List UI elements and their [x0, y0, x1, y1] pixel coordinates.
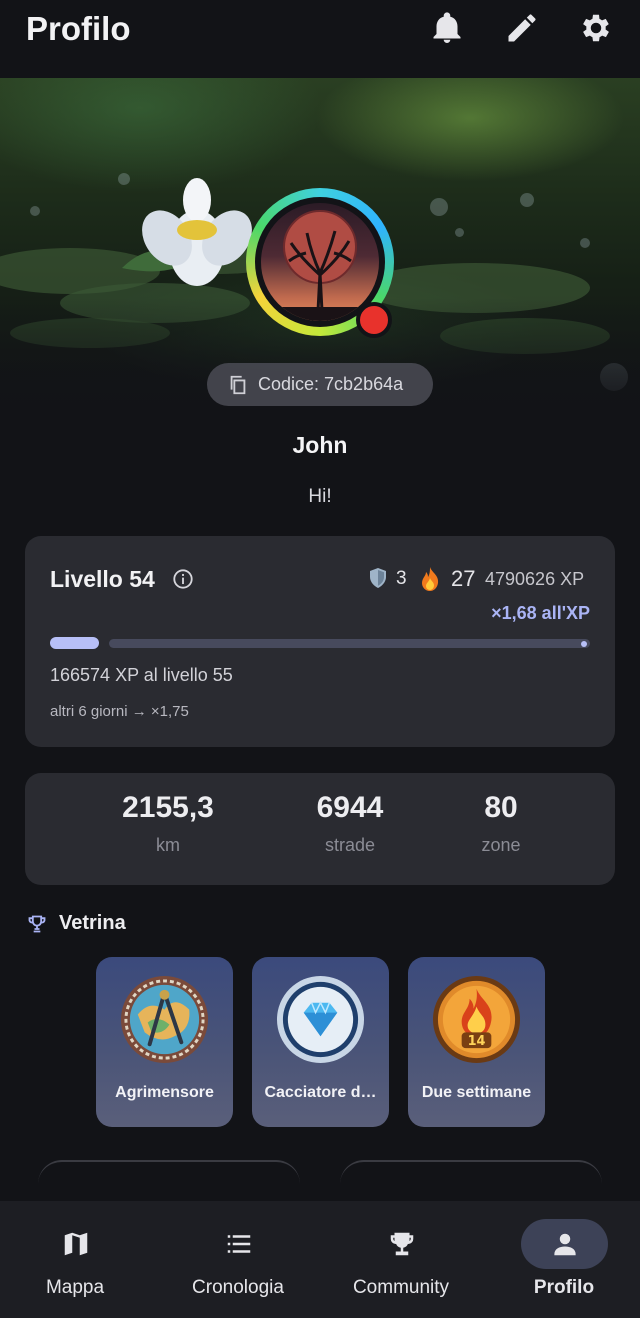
user-code-label: Codice: 7cb2b64a: [258, 374, 404, 394]
stat-label: strade: [324, 835, 376, 855]
notifications-bell-icon[interactable]: [429, 10, 465, 46]
compass-map-medal-icon: [120, 975, 209, 1064]
level-card: Livello 54 3 27 4790626 XP ×1,68 all'XP …: [25, 536, 615, 747]
level-progress-track: [109, 639, 590, 648]
fire-streak-icon: [422, 567, 439, 591]
list-icon: [227, 1235, 251, 1253]
badge-label: Due settimane: [421, 1084, 532, 1101]
info-icon[interactable]: [172, 568, 194, 590]
stat-value: 2155,3: [122, 791, 214, 824]
streak-count: 27: [451, 566, 476, 591]
bottom-navigation: Mappa Cronologia Community Profilo: [0, 1201, 640, 1318]
nav-item-cronologia[interactable]: Cronologia: [163, 1201, 323, 1318]
xp-multiplier: ×1,68 all'XP: [491, 603, 590, 623]
shield-icon: [370, 568, 386, 588]
flame-14-medal-icon: 14: [432, 975, 521, 1064]
top-app-bar: Profilo: [0, 0, 640, 78]
next-card-edge: [340, 1160, 602, 1190]
stat-zones: 80 zone: [451, 791, 551, 856]
nav-label: Cronologia: [192, 1277, 284, 1298]
stat-value: 80: [484, 791, 518, 824]
badge-label: Agrimensore: [115, 1084, 214, 1101]
stats-card: 2155,3 km 6944 strade 80 zone: [25, 773, 615, 885]
total-xp: 4790626 XP: [485, 569, 585, 589]
nav-item-mappa[interactable]: Mappa: [0, 1201, 160, 1318]
settings-gear-icon[interactable]: [578, 10, 614, 46]
stat-streets: 6944 strade: [285, 791, 415, 856]
avatar: [261, 203, 379, 321]
level-title: Livello 54: [50, 566, 155, 592]
map-icon: [64, 1232, 88, 1256]
level-progress-end-dot: [581, 641, 587, 647]
nav-item-community[interactable]: Community: [326, 1201, 486, 1318]
showcase-header: Vetrina: [27, 912, 126, 935]
shield-count: 3: [396, 568, 407, 589]
badge-cacciatore[interactable]: Cacciatore d…: [252, 957, 389, 1127]
nav-item-profilo[interactable]: Profilo: [489, 1201, 640, 1318]
status-indicator-dot: [356, 302, 392, 338]
diamond-medal-icon: [276, 975, 365, 1064]
copy-code-chip[interactable]: Codice: 7cb2b64a: [207, 363, 433, 406]
next-multiplier-note: altri 6 giorni → ×1,75: [50, 703, 189, 720]
svg-text:14: 14: [468, 1034, 486, 1049]
page-title: Profilo: [26, 10, 131, 47]
nav-label: Mappa: [45, 1277, 105, 1298]
badge-label: Cacciatore d…: [264, 1084, 377, 1101]
copy-icon: [230, 375, 246, 394]
next-card-edge: [38, 1160, 300, 1190]
stat-km: 2155,3 km: [103, 791, 233, 856]
profile-bio: Hi!: [308, 486, 332, 507]
badge-agrimensore[interactable]: Agrimensore: [96, 957, 233, 1127]
badge-due-settimane[interactable]: 14 Due settimane: [408, 957, 545, 1127]
stat-label: km: [156, 835, 180, 855]
level-progress-fill: [50, 637, 99, 649]
stat-label: zone: [481, 835, 521, 855]
showcase-title: Vetrina: [59, 912, 126, 934]
nav-label: Profilo: [533, 1277, 595, 1298]
edit-pencil-icon[interactable]: [504, 10, 540, 46]
trophy-icon: [28, 915, 46, 932]
nav-label: Community: [352, 1277, 450, 1298]
trophy-icon: [390, 1232, 414, 1256]
stat-value: 6944: [316, 791, 384, 824]
xp-to-next-level: 166574 XP al livello 55: [50, 665, 233, 685]
profile-name: John: [292, 432, 348, 458]
person-icon: [554, 1233, 576, 1256]
